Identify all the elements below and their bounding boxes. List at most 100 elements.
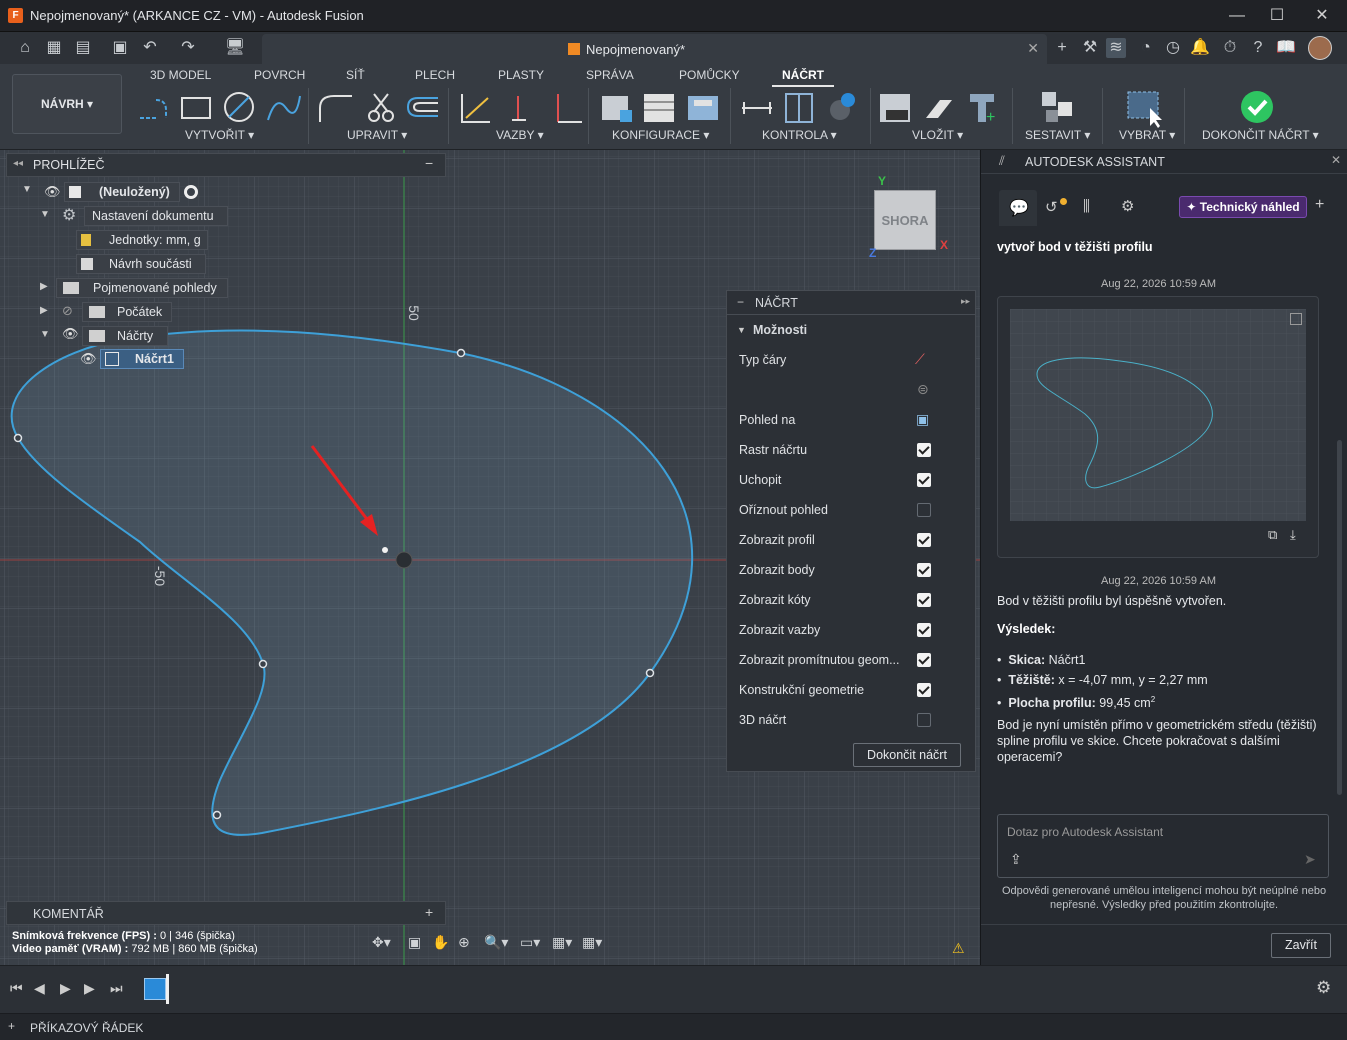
show-points-checkbox[interactable] bbox=[917, 563, 931, 577]
timeline-settings-gear-icon[interactable]: ⚙ bbox=[1316, 978, 1331, 998]
minimize-palette-icon[interactable]: − bbox=[737, 295, 744, 309]
expand-palette-icon[interactable]: ▸▸ bbox=[961, 296, 970, 307]
section-collapse-icon[interactable]: ▼ bbox=[737, 325, 746, 335]
active-radio-icon[interactable] bbox=[184, 185, 198, 199]
tree-root[interactable]: (Neuložený) bbox=[64, 182, 180, 202]
expand-arrow-icon[interactable]: ▼ bbox=[22, 184, 32, 195]
vm-monitor-icon[interactable]: 🖥 bbox=[224, 38, 246, 58]
assistant-scrollbar[interactable] bbox=[1337, 440, 1342, 795]
snap-checkbox[interactable] bbox=[917, 473, 931, 487]
maximize-button[interactable]: ☐ bbox=[1257, 4, 1297, 28]
expand-arrow-icon[interactable]: ▶ bbox=[40, 305, 48, 316]
zoom-icon[interactable]: ⊕ bbox=[458, 934, 470, 951]
workspace-switcher[interactable]: NÁVRH ▾ bbox=[12, 74, 122, 134]
look-at-nav-icon[interactable]: ▣ bbox=[408, 934, 421, 951]
grid-apps-icon[interactable]: ▦ bbox=[44, 38, 64, 58]
grid-settings-icon[interactable]: ▦▾ bbox=[552, 934, 572, 951]
history-icon[interactable]: ↺ bbox=[1045, 198, 1058, 216]
settings-gear-icon[interactable]: ⚙ bbox=[1121, 197, 1134, 215]
collapse-panel-icon[interactable]: ◂◂ bbox=[13, 158, 23, 169]
tree-part-design[interactable]: Návrh součásti bbox=[76, 254, 206, 274]
visibility-eye-icon[interactable]: 👁 bbox=[80, 351, 97, 367]
timeline-marker[interactable] bbox=[166, 974, 169, 1004]
close-assistant-icon[interactable]: ✕ bbox=[1331, 153, 1341, 167]
sketch-grid-checkbox[interactable] bbox=[917, 443, 931, 457]
send-icon[interactable]: ➤ bbox=[1304, 851, 1316, 868]
tab-povrch[interactable]: POVRCH bbox=[254, 68, 305, 82]
history-clock-icon[interactable]: ◷ bbox=[1163, 38, 1183, 58]
group-constraints[interactable]: VAZBY ▾ bbox=[496, 128, 544, 142]
preview-image[interactable] bbox=[1010, 309, 1306, 521]
minimize-button[interactable]: — bbox=[1217, 4, 1257, 28]
minimize-panel-icon[interactable]: − bbox=[425, 155, 433, 171]
download-icon[interactable]: ⤓ bbox=[1290, 527, 1296, 543]
viewcube[interactable]: SHORA bbox=[874, 190, 936, 250]
group-configure[interactable]: KONFIGURACE ▾ bbox=[612, 128, 709, 142]
fit-zoom-icon[interactable]: 🔍▾ bbox=[484, 934, 508, 951]
go-to-start-icon[interactable]: ⏮ bbox=[10, 980, 23, 997]
notifications-bell-icon[interactable]: 🔔 bbox=[1190, 38, 1210, 58]
construction-line-icon[interactable]: ⟋ bbox=[915, 351, 925, 368]
show-projected-geometry-checkbox[interactable] bbox=[917, 653, 931, 667]
home-icon[interactable]: ⌂ bbox=[15, 38, 35, 58]
3d-sketch-checkbox[interactable] bbox=[917, 713, 931, 727]
close-window-button[interactable]: ✕ bbox=[1302, 4, 1342, 28]
close-assistant-button[interactable]: Zavřít bbox=[1271, 933, 1331, 958]
tree-document-settings[interactable]: Nastavení dokumentu bbox=[84, 206, 228, 226]
show-constraints-checkbox[interactable] bbox=[917, 623, 931, 637]
library-icon[interactable]: ⫼ bbox=[1083, 198, 1090, 215]
user-avatar[interactable] bbox=[1308, 36, 1332, 60]
new-tab-icon[interactable]: + bbox=[1052, 38, 1072, 58]
warning-icon[interactable]: ⚠ bbox=[952, 940, 965, 957]
new-chat-icon[interactable]: + bbox=[1315, 196, 1324, 214]
show-dimensions-checkbox[interactable] bbox=[917, 593, 931, 607]
group-modify[interactable]: UPRAVIT ▾ bbox=[347, 128, 407, 142]
look-at-icon[interactable]: ▣ bbox=[916, 411, 929, 428]
tab-3d-model[interactable]: 3D MODEL bbox=[150, 68, 211, 82]
visibility-eye-icon[interactable]: 👁 bbox=[44, 184, 61, 200]
expand-arrow-icon[interactable]: ▼ bbox=[40, 209, 50, 220]
close-tab-icon[interactable]: ✕ bbox=[1027, 40, 1039, 57]
tree-named-views[interactable]: Pojmenované pohledy bbox=[56, 278, 228, 298]
tab-nacrt[interactable]: NÁČRT bbox=[772, 68, 834, 87]
expand-arrow-icon[interactable]: ▼ bbox=[40, 329, 50, 340]
timeline-sketch-feature[interactable] bbox=[144, 978, 166, 1000]
undo-icon[interactable]: ↶ bbox=[140, 38, 160, 58]
learn-book-icon[interactable]: 📖 bbox=[1276, 38, 1296, 58]
select-preview-checkbox[interactable] bbox=[1290, 313, 1302, 325]
group-assemble[interactable]: SESTAVIT ▾ bbox=[1025, 128, 1090, 142]
visibility-eye-icon[interactable]: 👁 bbox=[62, 326, 79, 342]
help-icon[interactable]: ? bbox=[1248, 38, 1268, 58]
command-line-bar[interactable]: + PŘÍKAZOVÝ ŘÁDEK bbox=[0, 1013, 1347, 1040]
slice-checkbox[interactable] bbox=[917, 503, 931, 517]
group-finish-sketch[interactable]: DOKONČIT NÁČRT ▾ bbox=[1202, 128, 1319, 142]
tree-sketch1[interactable]: Náčrt1 bbox=[100, 349, 184, 369]
save-icon[interactable]: ▣ bbox=[110, 38, 130, 58]
extensions-icon[interactable]: ⚒ bbox=[1080, 38, 1100, 58]
upload-icon[interactable]: ⇪ bbox=[1010, 851, 1022, 868]
tree-origin[interactable]: Počátek bbox=[82, 302, 172, 322]
add-comment-icon[interactable]: + bbox=[425, 904, 433, 920]
redo-icon[interactable]: ↷ bbox=[178, 38, 198, 58]
timer-icon[interactable]: ⏱ bbox=[1220, 38, 1240, 58]
data-panel-icon[interactable]: ≋ bbox=[1106, 38, 1126, 58]
finish-sketch-button[interactable]: Dokončit náčrt bbox=[853, 743, 961, 767]
tab-plasty[interactable]: PLASTY bbox=[498, 68, 544, 82]
tab-chat[interactable]: 💬 bbox=[999, 190, 1037, 226]
centerline-icon[interactable]: ⊜ bbox=[917, 381, 929, 398]
document-tab[interactable]: Nepojmenovaný* ✕ bbox=[262, 34, 1047, 64]
pan-hand-icon[interactable]: ✋ bbox=[432, 934, 449, 951]
tree-sketches[interactable]: Náčrty bbox=[82, 326, 168, 346]
tree-units[interactable]: Jednotky: mm, g bbox=[76, 230, 208, 250]
group-select[interactable]: VYBRAT ▾ bbox=[1119, 128, 1175, 142]
group-create[interactable]: VYTVOŘIT ▾ bbox=[185, 128, 254, 142]
open-external-icon[interactable]: ⧉ bbox=[1268, 527, 1277, 543]
orbit-icon[interactable]: ✥▾ bbox=[372, 934, 391, 951]
job-status-icon[interactable]: ◔ bbox=[1136, 38, 1156, 58]
expand-arrow-icon[interactable]: ▶ bbox=[40, 281, 48, 292]
show-profile-checkbox[interactable] bbox=[917, 533, 931, 547]
expand-command-line-icon[interactable]: + bbox=[8, 1019, 15, 1033]
file-menu-icon[interactable]: ▤ bbox=[73, 38, 93, 58]
group-insert[interactable]: VLOŽIT ▾ bbox=[912, 128, 963, 142]
group-inspect[interactable]: KONTROLA ▾ bbox=[762, 128, 837, 142]
